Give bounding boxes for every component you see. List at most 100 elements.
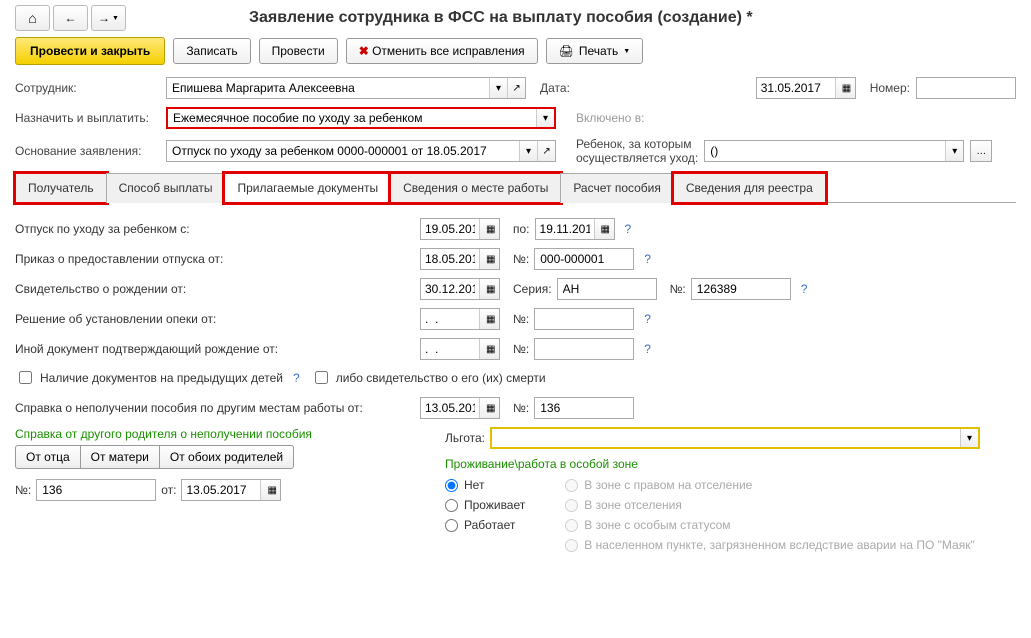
print-button[interactable]: Печать▼ [546, 38, 643, 64]
submit-button[interactable]: Провести [259, 38, 338, 64]
birth-date-field[interactable]: ▦ [420, 278, 500, 300]
home-icon: ⌂ [28, 10, 36, 26]
dropdown-button[interactable]: ▾ [519, 141, 537, 161]
tab-workplace[interactable]: Сведения о месте работы [390, 173, 561, 203]
prev-children-checkbox[interactable] [19, 371, 32, 384]
page-title: Заявление сотрудника в ФСС на выплату по… [249, 9, 753, 27]
cert-num-input[interactable] [534, 397, 634, 419]
btn-both[interactable]: От обоих родителей [159, 445, 294, 469]
tabs-container: Получатель Способ выплаты Прилагаемые до… [15, 173, 1016, 203]
tab-payment-method[interactable]: Способ выплаты [106, 173, 226, 203]
num-label: №: [513, 342, 529, 356]
employee-label: Сотрудник: [15, 81, 160, 95]
back-button[interactable]: ← [53, 5, 88, 31]
dropdown-button[interactable]: ▾ [536, 109, 554, 127]
assign-field[interactable]: ▾ [166, 107, 556, 129]
other-parent-label: Справка от другого родителя о неполучени… [15, 427, 415, 441]
calendar-icon[interactable]: ▦ [835, 78, 855, 98]
calendar-icon[interactable]: ▦ [594, 219, 614, 239]
benefit-input[interactable] [492, 429, 960, 447]
calendar-icon[interactable]: ▦ [479, 309, 499, 329]
basis-field[interactable]: ▾ ↗ [166, 140, 556, 162]
order-date-field[interactable]: ▦ [420, 248, 500, 270]
help-link[interactable]: ? [644, 252, 651, 266]
submit-close-button[interactable]: Провести и закрыть [15, 37, 165, 65]
zone-works-radio[interactable] [445, 519, 458, 532]
open-button[interactable]: ↗ [507, 78, 525, 98]
birth-series-input[interactable] [557, 278, 657, 300]
home-button[interactable]: ⌂ [15, 5, 50, 31]
op-date-input[interactable] [182, 481, 260, 499]
other-doc-date-input[interactable] [421, 340, 479, 358]
cert-date-field[interactable]: ▦ [420, 397, 500, 419]
basis-input[interactable] [167, 142, 519, 160]
leave-from-input[interactable] [421, 220, 479, 238]
btn-mother[interactable]: От матери [80, 445, 160, 469]
other-doc-num-input[interactable] [534, 338, 634, 360]
zone-lives-radio[interactable] [445, 499, 458, 512]
cert-date-input[interactable] [421, 399, 479, 417]
order-num-input[interactable] [534, 248, 634, 270]
calendar-icon[interactable]: ▦ [479, 339, 499, 359]
series-label: Серия: [513, 282, 552, 296]
leave-from-field[interactable]: ▦ [420, 218, 500, 240]
dropdown-button[interactable]: ▾ [489, 78, 507, 98]
child-care-field[interactable]: ▾ [704, 140, 964, 162]
btn-father[interactable]: От отца [15, 445, 81, 469]
help-link[interactable]: ? [293, 371, 300, 385]
forward-button[interactable]: →▼ [91, 5, 126, 31]
to-label: по: [513, 222, 530, 236]
order-label: Приказ о предоставлении отпуска от: [15, 252, 415, 266]
death-cert-checkbox[interactable] [315, 371, 328, 384]
calendar-icon[interactable]: ▦ [479, 279, 499, 299]
op-date-field[interactable]: ▦ [181, 479, 281, 501]
employee-input[interactable] [167, 79, 489, 97]
other-doc-date-field[interactable]: ▦ [420, 338, 500, 360]
help-link[interactable]: ? [801, 282, 808, 296]
birth-date-input[interactable] [421, 280, 479, 298]
cancel-all-button[interactable]: ✖ Отменить все исправления [346, 38, 538, 64]
open-button[interactable]: ↗ [537, 141, 555, 161]
order-date-input[interactable] [421, 250, 479, 268]
printer-icon [559, 44, 574, 58]
op-num-input[interactable] [36, 479, 156, 501]
zone-special-radio [565, 519, 578, 532]
leave-to-input[interactable] [536, 220, 594, 238]
help-link[interactable]: ? [644, 312, 651, 326]
calendar-icon[interactable]: ▦ [479, 249, 499, 269]
help-link[interactable]: ? [625, 222, 632, 236]
calendar-icon[interactable]: ▦ [260, 480, 280, 500]
date-input[interactable] [757, 79, 835, 97]
more-button[interactable]: … [970, 140, 992, 162]
op-num-label: №: [15, 483, 31, 497]
chevron-down-icon: ▼ [112, 15, 119, 22]
assign-input[interactable] [168, 109, 536, 127]
tab-recipient[interactable]: Получатель [15, 173, 107, 203]
child-care-input[interactable] [705, 142, 945, 160]
dropdown-button[interactable]: ▾ [960, 429, 978, 447]
calendar-icon[interactable]: ▦ [479, 219, 499, 239]
birth-num-input[interactable] [691, 278, 791, 300]
zone-no-radio[interactable] [445, 479, 458, 492]
date-field[interactable]: ▦ [756, 77, 856, 99]
save-button[interactable]: Записать [173, 38, 250, 64]
benefit-field[interactable]: ▾ [490, 427, 980, 449]
calendar-icon[interactable]: ▦ [479, 398, 499, 418]
tab-registry[interactable]: Сведения для реестра [673, 173, 826, 203]
number-input[interactable] [916, 77, 1016, 99]
assign-label: Назначить и выплатить: [15, 111, 160, 125]
birth-num-label: №: [670, 282, 686, 296]
num-label: №: [513, 401, 529, 415]
employee-field[interactable]: ▾ ↗ [166, 77, 526, 99]
help-link[interactable]: ? [644, 342, 651, 356]
custody-num-input[interactable] [534, 308, 634, 330]
cert-nonreceipt-label: Справка о неполучении пособия по другим … [15, 401, 415, 415]
arrow-left-icon: ← [65, 11, 77, 25]
custody-date-field[interactable]: ▦ [420, 308, 500, 330]
dropdown-button[interactable]: ▾ [945, 141, 963, 161]
leave-to-field[interactable]: ▦ [535, 218, 615, 240]
custody-date-input[interactable] [421, 310, 479, 328]
tab-calculation[interactable]: Расчет пособия [560, 173, 674, 203]
tab-documents[interactable]: Прилагаемые документы [224, 173, 391, 203]
leave-from-label: Отпуск по уходу за ребенком с: [15, 222, 415, 236]
